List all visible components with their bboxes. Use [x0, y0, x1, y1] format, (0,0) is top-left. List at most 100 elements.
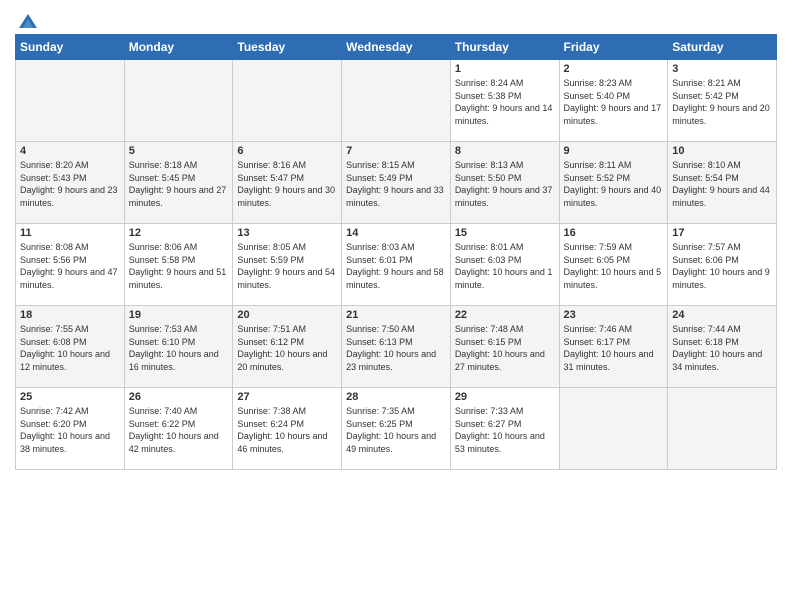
day-number: 1 — [455, 63, 555, 75]
col-wednesday: Wednesday — [342, 35, 451, 60]
day-info: Sunrise: 7:46 AMSunset: 6:17 PMDaylight:… — [564, 323, 664, 373]
calendar-cell: 10 Sunrise: 8:10 AMSunset: 5:54 PMDayligh… — [668, 142, 777, 224]
calendar-cell — [233, 60, 342, 142]
calendar-body: 1 Sunrise: 8:24 AMSunset: 5:38 PMDaylight… — [16, 60, 777, 470]
calendar-cell: 29 Sunrise: 7:33 AMSunset: 6:27 PMDayligh… — [450, 388, 559, 470]
day-number: 24 — [672, 309, 772, 321]
day-number: 13 — [237, 227, 337, 239]
day-info: Sunrise: 7:42 AMSunset: 6:20 PMDaylight:… — [20, 405, 120, 455]
day-number: 7 — [346, 145, 446, 157]
calendar-cell: 2 Sunrise: 8:23 AMSunset: 5:40 PMDaylight… — [559, 60, 668, 142]
day-info: Sunrise: 8:20 AMSunset: 5:43 PMDaylight:… — [20, 159, 120, 209]
col-monday: Monday — [124, 35, 233, 60]
day-info: Sunrise: 7:59 AMSunset: 6:05 PMDaylight:… — [564, 241, 664, 291]
day-info: Sunrise: 7:51 AMSunset: 6:12 PMDaylight:… — [237, 323, 337, 373]
day-info: Sunrise: 7:38 AMSunset: 6:24 PMDaylight:… — [237, 405, 337, 455]
day-number: 10 — [672, 145, 772, 157]
col-sunday: Sunday — [16, 35, 125, 60]
calendar-cell — [124, 60, 233, 142]
calendar-cell — [342, 60, 451, 142]
day-info: Sunrise: 8:03 AMSunset: 6:01 PMDaylight:… — [346, 241, 446, 291]
col-friday: Friday — [559, 35, 668, 60]
day-number: 22 — [455, 309, 555, 321]
col-tuesday: Tuesday — [233, 35, 342, 60]
calendar-cell: 25 Sunrise: 7:42 AMSunset: 6:20 PMDayligh… — [16, 388, 125, 470]
day-number: 23 — [564, 309, 664, 321]
calendar-header — [15, 10, 777, 26]
day-number: 3 — [672, 63, 772, 75]
day-info: Sunrise: 8:13 AMSunset: 5:50 PMDaylight:… — [455, 159, 555, 209]
calendar-cell: 17Sunrise: 7:57 AMSunset: 6:06 PMDayligh… — [668, 224, 777, 306]
calendar-container: Sunday Monday Tuesday Wednesday Thursday… — [0, 0, 792, 480]
day-info: Sunrise: 8:18 AMSunset: 5:45 PMDaylight:… — [129, 159, 229, 209]
calendar-cell: 20 Sunrise: 7:51 AMSunset: 6:12 PMDayligh… — [233, 306, 342, 388]
day-info: Sunrise: 8:01 AMSunset: 6:03 PMDaylight:… — [455, 241, 555, 291]
calendar-header-row: Sunday Monday Tuesday Wednesday Thursday… — [16, 35, 777, 60]
logo-icon — [17, 10, 39, 32]
day-number: 4 — [20, 145, 120, 157]
day-number: 11 — [20, 227, 120, 239]
calendar-cell: 22 Sunrise: 7:48 AMSunset: 6:15 PMDayligh… — [450, 306, 559, 388]
day-info: Sunrise: 7:48 AMSunset: 6:15 PMDaylight:… — [455, 323, 555, 373]
calendar-cell: 28Sunrise: 7:35 AMSunset: 6:25 PMDayligh… — [342, 388, 451, 470]
day-number: 2 — [564, 63, 664, 75]
day-info: Sunrise: 8:23 AMSunset: 5:40 PMDaylight:… — [564, 77, 664, 127]
calendar-cell: 16 Sunrise: 7:59 AMSunset: 6:05 PMDayligh… — [559, 224, 668, 306]
calendar-cell: 6 Sunrise: 8:16 AMSunset: 5:47 PMDaylight… — [233, 142, 342, 224]
day-info: Sunrise: 8:21 AMSunset: 5:42 PMDaylight:… — [672, 77, 772, 127]
day-info: Sunrise: 8:05 AMSunset: 5:59 PMDaylight:… — [237, 241, 337, 291]
day-number: 18 — [20, 309, 120, 321]
calendar-cell: 1 Sunrise: 8:24 AMSunset: 5:38 PMDaylight… — [450, 60, 559, 142]
day-number: 20 — [237, 309, 337, 321]
day-info: Sunrise: 8:24 AMSunset: 5:38 PMDaylight:… — [455, 77, 555, 127]
calendar-cell: 4 Sunrise: 8:20 AMSunset: 5:43 PMDaylight… — [16, 142, 125, 224]
col-saturday: Saturday — [668, 35, 777, 60]
calendar-cell: 11 Sunrise: 8:08 AMSunset: 5:56 PMDayligh… — [16, 224, 125, 306]
day-info: Sunrise: 8:06 AMSunset: 5:58 PMDaylight:… — [129, 241, 229, 291]
day-info: Sunrise: 7:57 AMSunset: 6:06 PMDaylight:… — [672, 241, 772, 291]
day-info: Sunrise: 8:08 AMSunset: 5:56 PMDaylight:… — [20, 241, 120, 291]
day-number: 6 — [237, 145, 337, 157]
col-thursday: Thursday — [450, 35, 559, 60]
calendar-cell: 5 Sunrise: 8:18 AMSunset: 5:45 PMDaylight… — [124, 142, 233, 224]
day-number: 16 — [564, 227, 664, 239]
day-number: 19 — [129, 309, 229, 321]
calendar-cell: 13 Sunrise: 8:05 AMSunset: 5:59 PMDayligh… — [233, 224, 342, 306]
day-number: 9 — [564, 145, 664, 157]
day-number: 25 — [20, 391, 120, 403]
day-info: Sunrise: 7:33 AMSunset: 6:27 PMDaylight:… — [455, 405, 555, 455]
calendar-cell: 24 Sunrise: 7:44 AMSunset: 6:18 PMDayligh… — [668, 306, 777, 388]
calendar-cell: 26 Sunrise: 7:40 AMSunset: 6:22 PMDayligh… — [124, 388, 233, 470]
calendar-cell: 8 Sunrise: 8:13 AMSunset: 5:50 PMDaylight… — [450, 142, 559, 224]
day-number: 5 — [129, 145, 229, 157]
logo — [15, 10, 39, 26]
calendar-cell: 15 Sunrise: 8:01 AMSunset: 6:03 PMDayligh… — [450, 224, 559, 306]
day-number: 12 — [129, 227, 229, 239]
day-number: 26 — [129, 391, 229, 403]
day-info: Sunrise: 8:10 AMSunset: 5:54 PMDaylight:… — [672, 159, 772, 209]
day-number: 15 — [455, 227, 555, 239]
calendar-cell: 19 Sunrise: 7:53 AMSunset: 6:10 PMDayligh… — [124, 306, 233, 388]
calendar-cell: 3 Sunrise: 8:21 AMSunset: 5:42 PMDaylight… — [668, 60, 777, 142]
calendar-cell: 27 Sunrise: 7:38 AMSunset: 6:24 PMDayligh… — [233, 388, 342, 470]
calendar-cell: 7Sunrise: 8:15 AMSunset: 5:49 PMDaylight… — [342, 142, 451, 224]
day-number: 14 — [346, 227, 446, 239]
calendar-cell: 14 Sunrise: 8:03 AMSunset: 6:01 PMDayligh… — [342, 224, 451, 306]
calendar-cell — [668, 388, 777, 470]
day-number: 29 — [455, 391, 555, 403]
day-info: Sunrise: 8:16 AMSunset: 5:47 PMDaylight:… — [237, 159, 337, 209]
day-info: Sunrise: 7:40 AMSunset: 6:22 PMDaylight:… — [129, 405, 229, 455]
day-number: 27 — [237, 391, 337, 403]
day-info: Sunrise: 8:11 AMSunset: 5:52 PMDaylight:… — [564, 159, 664, 209]
day-number: 28 — [346, 391, 446, 403]
day-number: 21 — [346, 309, 446, 321]
calendar-cell — [559, 388, 668, 470]
day-number: 8 — [455, 145, 555, 157]
calendar-cell: 18 Sunrise: 7:55 AMSunset: 6:08 PMDayligh… — [16, 306, 125, 388]
calendar-cell: 21Sunrise: 7:50 AMSunset: 6:13 PMDayligh… — [342, 306, 451, 388]
day-info: Sunrise: 7:44 AMSunset: 6:18 PMDaylight:… — [672, 323, 772, 373]
calendar-table: Sunday Monday Tuesday Wednesday Thursday… — [15, 34, 777, 470]
day-info: Sunrise: 7:55 AMSunset: 6:08 PMDaylight:… — [20, 323, 120, 373]
day-info: Sunrise: 7:53 AMSunset: 6:10 PMDaylight:… — [129, 323, 229, 373]
calendar-cell: 12 Sunrise: 8:06 AMSunset: 5:58 PMDayligh… — [124, 224, 233, 306]
